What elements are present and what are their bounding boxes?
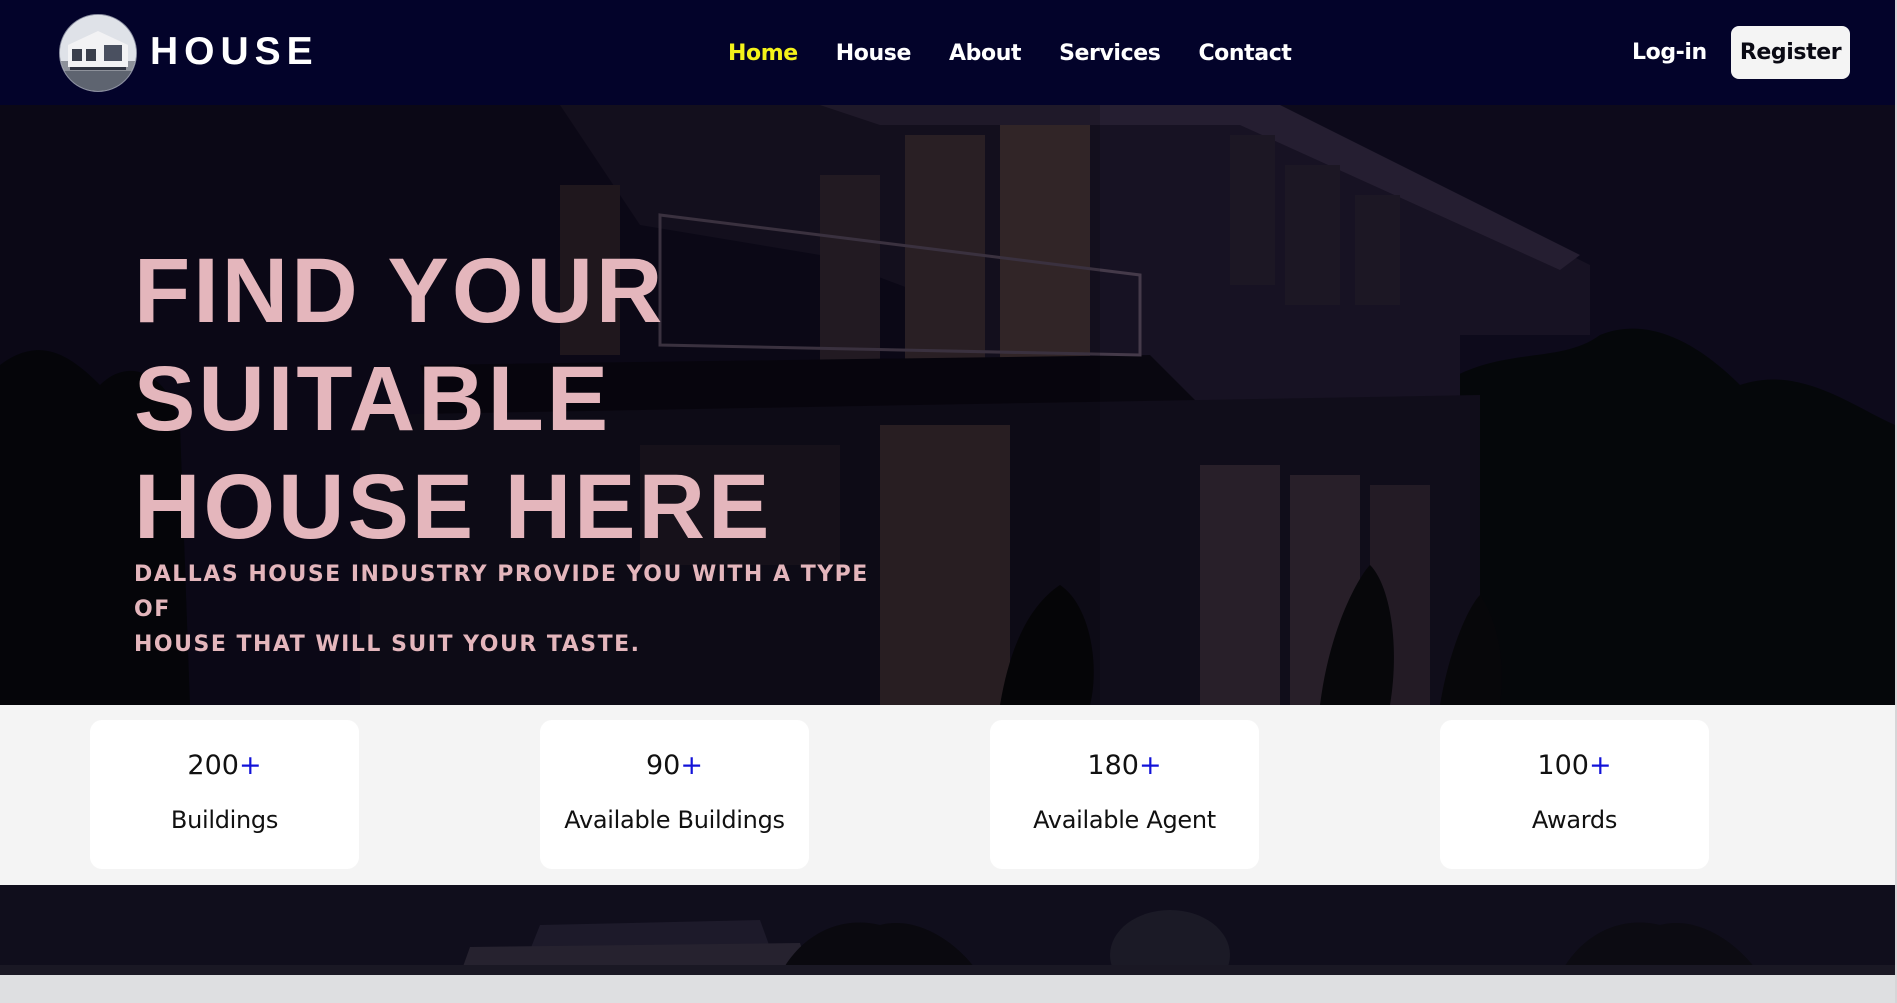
stat-number: 90 <box>646 750 681 781</box>
nav-link-home[interactable]: Home <box>728 41 798 66</box>
stat-card-awards: 100+ Awards <box>1440 720 1709 869</box>
stat-card-available-buildings: 90+ Available Buildings <box>540 720 809 869</box>
navbar: HOUSE Home House About Services Contact … <box>0 0 1895 105</box>
stat-card-buildings: 200+ Buildings <box>90 720 359 869</box>
stat-value: 200+ <box>90 750 359 782</box>
register-button[interactable]: Register <box>1731 26 1850 79</box>
stat-label: Available Buildings <box>564 806 785 834</box>
house-logo-icon[interactable] <box>59 14 137 92</box>
main-nav: Home House About Services Contact <box>728 36 1329 70</box>
stat-number: 180 <box>1087 750 1139 781</box>
brand-name[interactable]: HOUSE <box>150 30 319 74</box>
nav-link-house[interactable]: House <box>836 41 912 66</box>
hero-title-line: HOUSE HERE <box>134 456 773 558</box>
stat-number: 200 <box>187 750 239 781</box>
hero-section: FIND YOUR SUITABLE HOUSE HERE DALLAS HOUSE… <box>0 105 1895 705</box>
stat-value: 90+ <box>540 750 809 782</box>
bottom-background-image <box>0 885 1895 975</box>
hero-title-line: FIND YOUR <box>134 240 666 342</box>
stat-number: 100 <box>1537 750 1589 781</box>
hero-title-line: SUITABLE <box>134 348 612 450</box>
login-link[interactable]: Log-in <box>1632 36 1707 70</box>
stat-value: 180+ <box>990 750 1259 782</box>
stat-label: Buildings <box>170 806 279 834</box>
nav-link-about[interactable]: About <box>949 41 1021 66</box>
nav-link-services[interactable]: Services <box>1059 41 1161 66</box>
hero-subtitle-line: DALLAS HOUSE INDUSTRY PROVIDE YOU WITH A… <box>134 562 869 622</box>
nav-link-contact[interactable]: Contact <box>1198 41 1291 66</box>
stat-label: Available Agent <box>1033 806 1216 834</box>
browser-viewport[interactable]: HOUSE Home House About Services Contact … <box>0 0 1895 975</box>
stat-card-available-agent: 180+ Available Agent <box>990 720 1259 869</box>
stat-plus: + <box>238 750 262 781</box>
stat-label: Awards <box>1531 806 1618 834</box>
hero-subtitle-line: HOUSE THAT WILL SUIT YOUR TASTE. <box>134 632 641 657</box>
stats-section: 200+ Buildings 90+ Available Buildings 1… <box>0 705 1895 885</box>
stat-plus: + <box>1588 750 1612 781</box>
stat-plus: + <box>680 750 703 781</box>
stat-value: 100+ <box>1440 750 1709 782</box>
stat-plus: + <box>1138 750 1162 781</box>
hero-title: FIND YOUR SUITABLE HOUSE HERE <box>134 237 894 561</box>
hero-subtitle: DALLAS HOUSE INDUSTRY PROVIDE YOU WITH A… <box>134 557 894 662</box>
page: HOUSE Home House About Services Contact … <box>0 0 1897 1003</box>
